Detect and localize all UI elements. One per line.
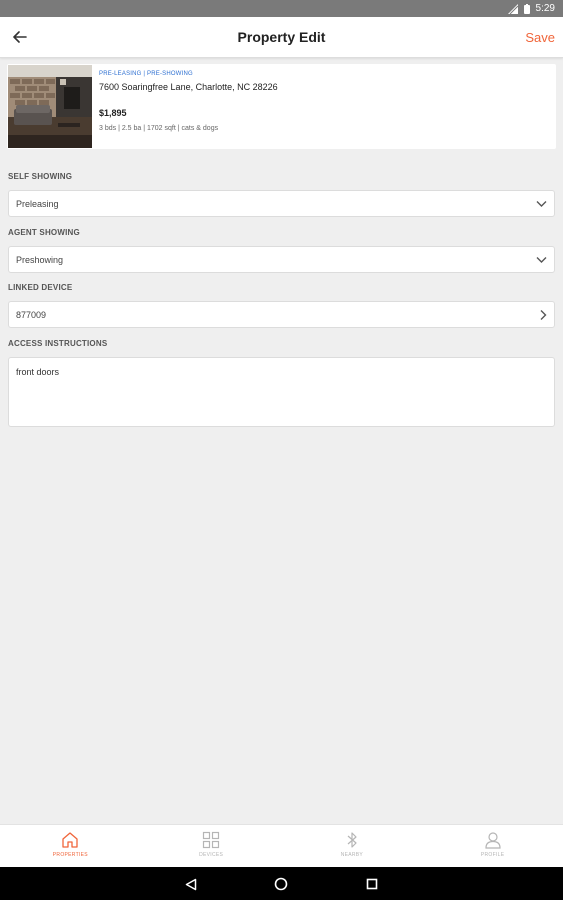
self-showing-value: Preleasing <box>16 198 59 209</box>
signal-icon <box>507 3 518 14</box>
save-button[interactable]: Save <box>525 30 555 45</box>
access-instructions-input[interactable]: front doors <box>8 357 555 427</box>
system-nav-bar <box>0 867 563 900</box>
chevron-right-icon <box>540 309 547 320</box>
property-photo <box>8 65 92 148</box>
self-showing-select[interactable]: Preleasing <box>8 190 555 217</box>
nav-label-profile: PROFILE <box>480 852 505 858</box>
property-info: PRE-LEASING | PRE-SHOWING 7600 Soaringfr… <box>99 71 548 132</box>
nav-item-properties[interactable]: PROPERTIES <box>0 825 141 867</box>
status-time: 5:29 <box>535 3 555 14</box>
home-icon <box>62 832 79 848</box>
chevron-down-icon <box>536 200 547 207</box>
system-back-button[interactable] <box>183 876 199 892</box>
property-address: 7600 Soaringfree Lane, Charlotte, NC 282… <box>99 82 278 92</box>
page-title: Property Edit <box>237 29 326 45</box>
property-card[interactable]: PRE-LEASING | PRE-SHOWING 7600 Soaringfr… <box>7 64 556 149</box>
property-status-tags: PRE-LEASING | PRE-SHOWING <box>99 71 193 77</box>
system-recents-button[interactable] <box>364 876 380 892</box>
self-showing-label: SELF SHOWING <box>8 172 73 181</box>
linked-device-value: 877009 <box>16 309 47 320</box>
linked-device-row[interactable]: 877009 <box>8 301 555 328</box>
bottom-nav: PROPERTIES DEVICES NEARBY PROFILE <box>0 824 563 867</box>
nav-item-profile[interactable]: PROFILE <box>422 825 563 867</box>
triangle-back-icon <box>185 878 197 890</box>
square-recents-icon <box>366 878 378 890</box>
access-instructions-label: ACCESS INSTRUCTIONS <box>8 339 108 348</box>
agent-showing-label: AGENT SHOWING <box>8 228 80 237</box>
nav-label-properties: PROPERTIES <box>52 852 88 858</box>
nav-item-devices[interactable]: DEVICES <box>141 825 282 867</box>
chevron-down-icon <box>536 256 547 263</box>
property-details: 3 bds | 2.5 ba | 1702 sqft | cats & dogs <box>99 125 219 132</box>
person-icon <box>485 832 501 849</box>
property-price: $1,895 <box>99 108 127 118</box>
linked-device-label: LINKED DEVICE <box>8 283 73 292</box>
grid-icon <box>203 831 220 849</box>
battery-icon <box>523 3 530 14</box>
nav-label-devices: DEVICES <box>199 852 224 858</box>
system-home-button[interactable] <box>273 876 289 892</box>
agent-showing-select[interactable]: Preshowing <box>8 246 555 273</box>
nav-item-nearby[interactable]: NEARBY <box>282 825 423 867</box>
status-bar: 5:29 <box>0 0 563 17</box>
bluetooth-icon <box>347 832 357 848</box>
nav-label-nearby: NEARBY <box>340 852 364 858</box>
agent-showing-value: Preshowing <box>16 254 64 265</box>
circle-home-icon <box>274 877 288 891</box>
app-bar: Property Edit Save <box>0 17 563 58</box>
